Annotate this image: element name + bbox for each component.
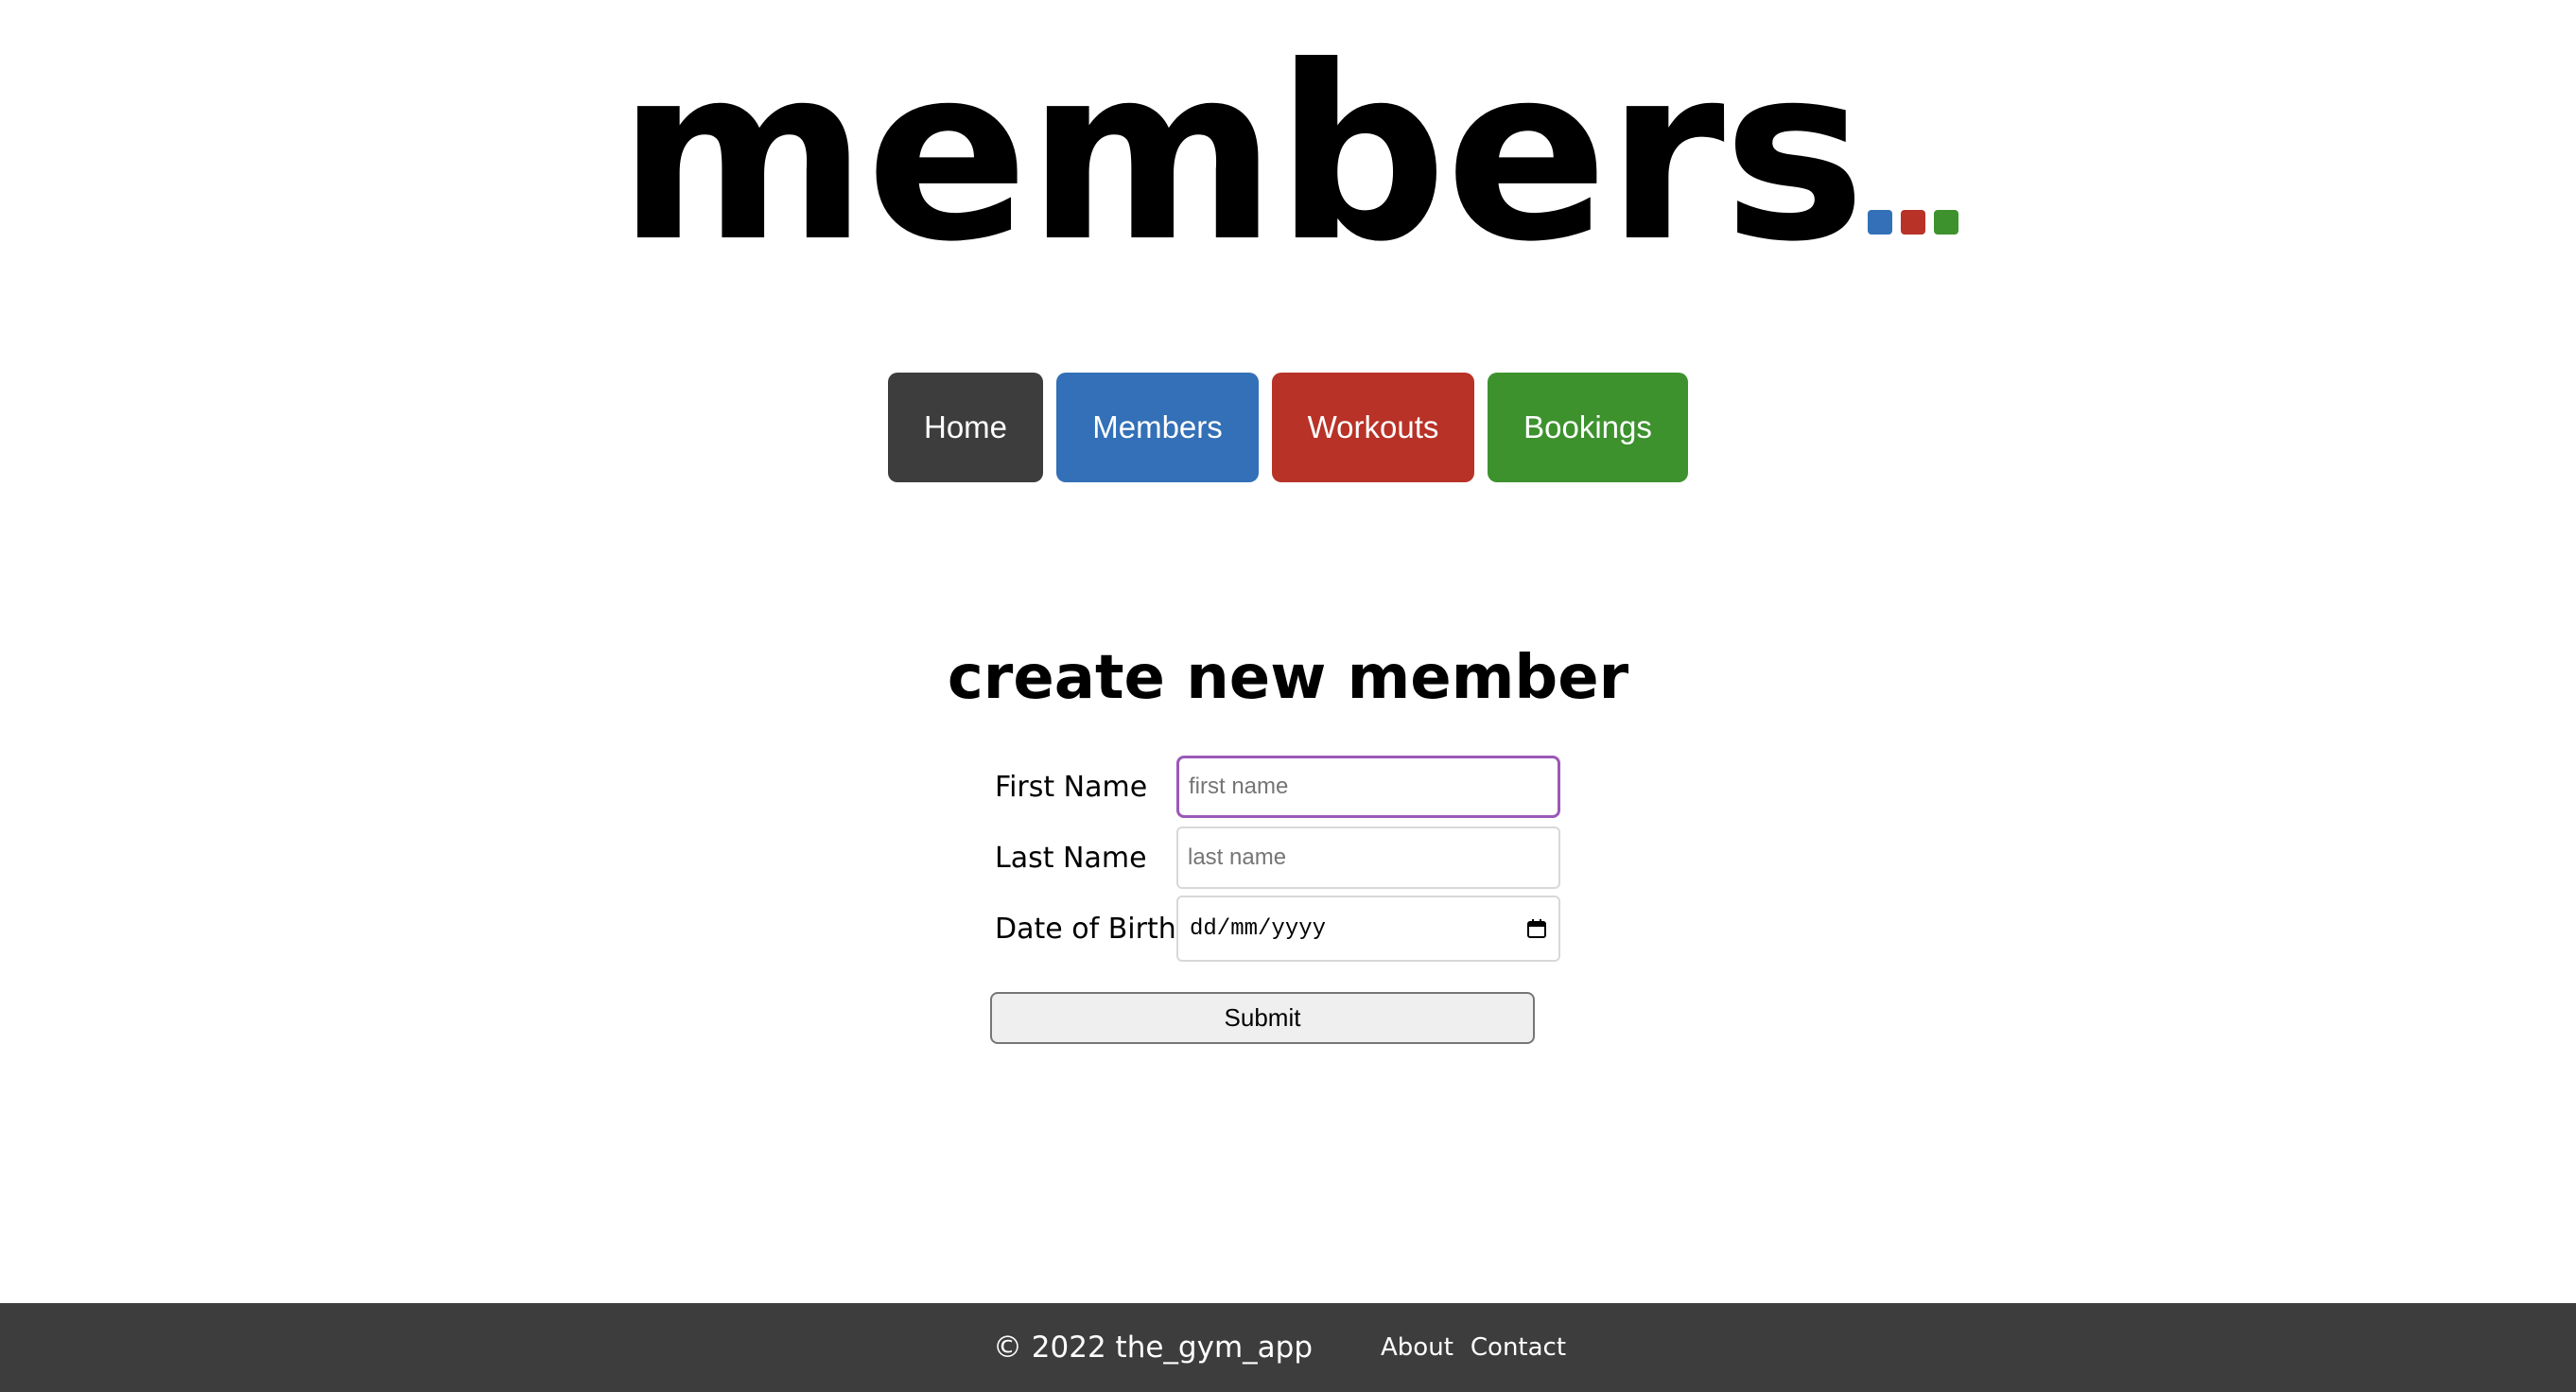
nav-bookings-button[interactable]: Bookings bbox=[1488, 373, 1688, 482]
footer: © 2022 the_gym_app About Contact bbox=[0, 1303, 2576, 1392]
about-link[interactable]: About bbox=[1381, 1333, 1453, 1362]
contact-link[interactable]: Contact bbox=[1471, 1333, 1566, 1362]
logo: members bbox=[0, 28, 2576, 274]
first-name-input[interactable] bbox=[1176, 756, 1560, 818]
submit-button[interactable]: Submit bbox=[990, 992, 1535, 1044]
logo-dot-red bbox=[1901, 210, 1926, 235]
calendar-icon[interactable] bbox=[1526, 918, 1547, 939]
dob-input[interactable]: dd/mm/yyyy bbox=[1176, 896, 1560, 962]
last-name-row: Last Name bbox=[989, 824, 1585, 892]
nav-workouts-button[interactable]: Workouts bbox=[1272, 373, 1474, 482]
nav-members-button[interactable]: Members bbox=[1056, 373, 1259, 482]
dob-value: dd/mm/yyyy bbox=[1190, 915, 1327, 942]
logo-dot-green bbox=[1934, 210, 1959, 235]
dob-label: Date of Birth bbox=[995, 912, 1176, 946]
dob-row: Date of Birth dd/mm/yyyy bbox=[989, 895, 1585, 963]
logo-dots bbox=[1868, 210, 1959, 235]
first-name-label: First Name bbox=[995, 770, 1148, 804]
first-name-row: First Name bbox=[989, 753, 1585, 821]
create-member-form: First Name Last Name Date of Birth dd/mm… bbox=[989, 753, 1585, 966]
nav-home-button[interactable]: Home bbox=[888, 373, 1043, 482]
last-name-input[interactable] bbox=[1176, 826, 1560, 889]
logo-dot-blue bbox=[1868, 210, 1893, 235]
page-title: create new member bbox=[947, 643, 1629, 713]
logo-text: members bbox=[617, 14, 1866, 294]
main-nav: Home Members Workouts Bookings bbox=[0, 373, 2576, 482]
copyright-text: © 2022 the_gym_app bbox=[992, 1331, 1314, 1365]
last-name-label: Last Name bbox=[995, 841, 1147, 875]
